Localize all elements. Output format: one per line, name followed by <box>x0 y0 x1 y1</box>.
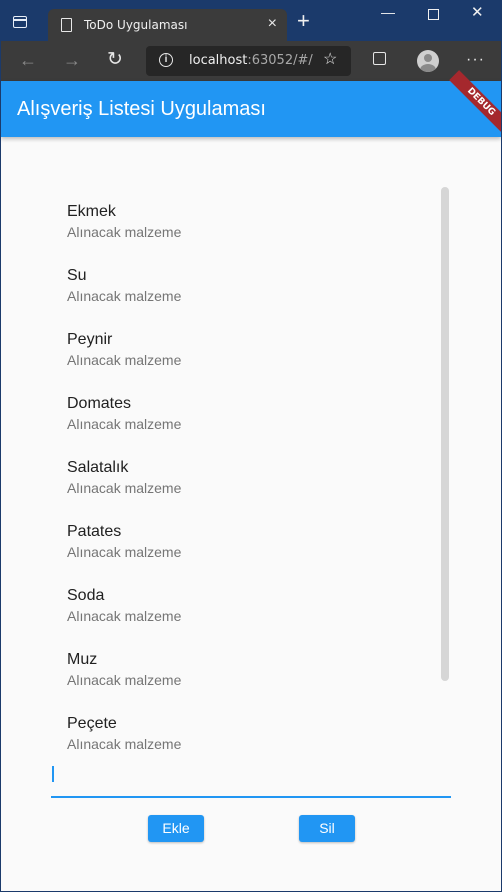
item-subtitle: Alınacak malzeme <box>67 736 182 752</box>
item-title: Muz <box>67 651 98 668</box>
list-item[interactable]: Su Alınacak malzeme <box>51 251 431 315</box>
item-title: Patates <box>67 523 122 540</box>
profile-avatar-icon[interactable] <box>417 50 439 72</box>
item-title: Domates <box>67 395 132 412</box>
close-tab-icon[interactable]: × <box>268 14 277 34</box>
browser-tab[interactable]: ToDo Uygulaması × <box>48 9 287 41</box>
item-subtitle: Alınacak malzeme <box>67 224 182 240</box>
item-title: Su <box>67 267 87 284</box>
info-icon[interactable]: i <box>159 53 173 67</box>
minimize-icon[interactable]: — <box>381 4 395 20</box>
list-item[interactable]: Peynir Alınacak malzeme <box>51 315 431 379</box>
item-subtitle: Alınacak malzeme <box>67 416 182 432</box>
item-subtitle: Alınacak malzeme <box>67 608 182 624</box>
list-item[interactable]: Soda Alınacak malzeme <box>51 571 431 635</box>
list-item[interactable]: Peçete Alınacak malzeme <box>51 699 431 763</box>
tab-actions-icon[interactable] <box>13 16 27 28</box>
add-button[interactable]: Ekle <box>148 815 204 842</box>
browser-window: ToDo Uygulaması × + — ✕ ← → ↻ i localhos… <box>1 1 501 891</box>
page-title: Alışveriş Listesi Uygulaması <box>17 98 266 120</box>
maximize-icon[interactable] <box>428 9 439 20</box>
item-subtitle: Alınacak malzeme <box>67 480 182 496</box>
item-title: Peçete <box>67 715 117 732</box>
list-item[interactable]: Domates Alınacak malzeme <box>51 379 431 443</box>
back-icon[interactable]: ← <box>19 49 37 71</box>
list-item[interactable]: Patates Alınacak malzeme <box>51 507 431 571</box>
close-window-icon[interactable]: ✕ <box>471 5 484 21</box>
item-subtitle: Alınacak malzeme <box>67 352 182 368</box>
item-subtitle: Alınacak malzeme <box>67 672 182 688</box>
delete-button[interactable]: Sil <box>299 815 355 842</box>
text-caret <box>52 766 54 782</box>
app-bar: Alışveriş Listesi Uygulaması DEBUG <box>1 70 501 137</box>
more-menu-icon[interactable]: ··· <box>466 50 485 70</box>
collections-icon[interactable] <box>373 52 386 65</box>
new-tab-icon[interactable]: + <box>297 10 310 32</box>
list-item[interactable]: Salatalık Alınacak malzeme <box>51 443 431 507</box>
url-field[interactable]: i localhost:63052/#/ ☆ <box>146 46 351 76</box>
page-icon <box>61 18 72 32</box>
reload-icon[interactable]: ↻ <box>107 49 123 71</box>
url-text: localhost:63052/#/ <box>189 53 313 68</box>
item-title: Soda <box>67 587 105 604</box>
url-host: localhost <box>189 53 248 68</box>
item-title: Peynir <box>67 331 113 348</box>
forward-icon[interactable]: → <box>63 49 81 71</box>
list-scrollbar[interactable] <box>441 187 449 681</box>
item-input[interactable] <box>51 761 451 798</box>
shopping-list[interactable]: Ekmek Alınacak malzeme Su Alınacak malze… <box>51 187 451 763</box>
list-item[interactable]: Muz Alınacak malzeme <box>51 635 431 699</box>
tab-title: ToDo Uygulaması <box>84 18 188 32</box>
item-title: Ekmek <box>67 203 116 220</box>
item-title: Salatalık <box>67 459 129 476</box>
url-path: :63052/#/ <box>247 53 313 68</box>
item-subtitle: Alınacak malzeme <box>67 544 182 560</box>
list-item[interactable]: Ekmek Alınacak malzeme <box>51 187 431 251</box>
item-subtitle: Alınacak malzeme <box>67 288 182 304</box>
add-favorite-icon[interactable]: ☆ <box>323 51 337 69</box>
tab-bar: ToDo Uygulaması × + — ✕ <box>1 1 501 41</box>
